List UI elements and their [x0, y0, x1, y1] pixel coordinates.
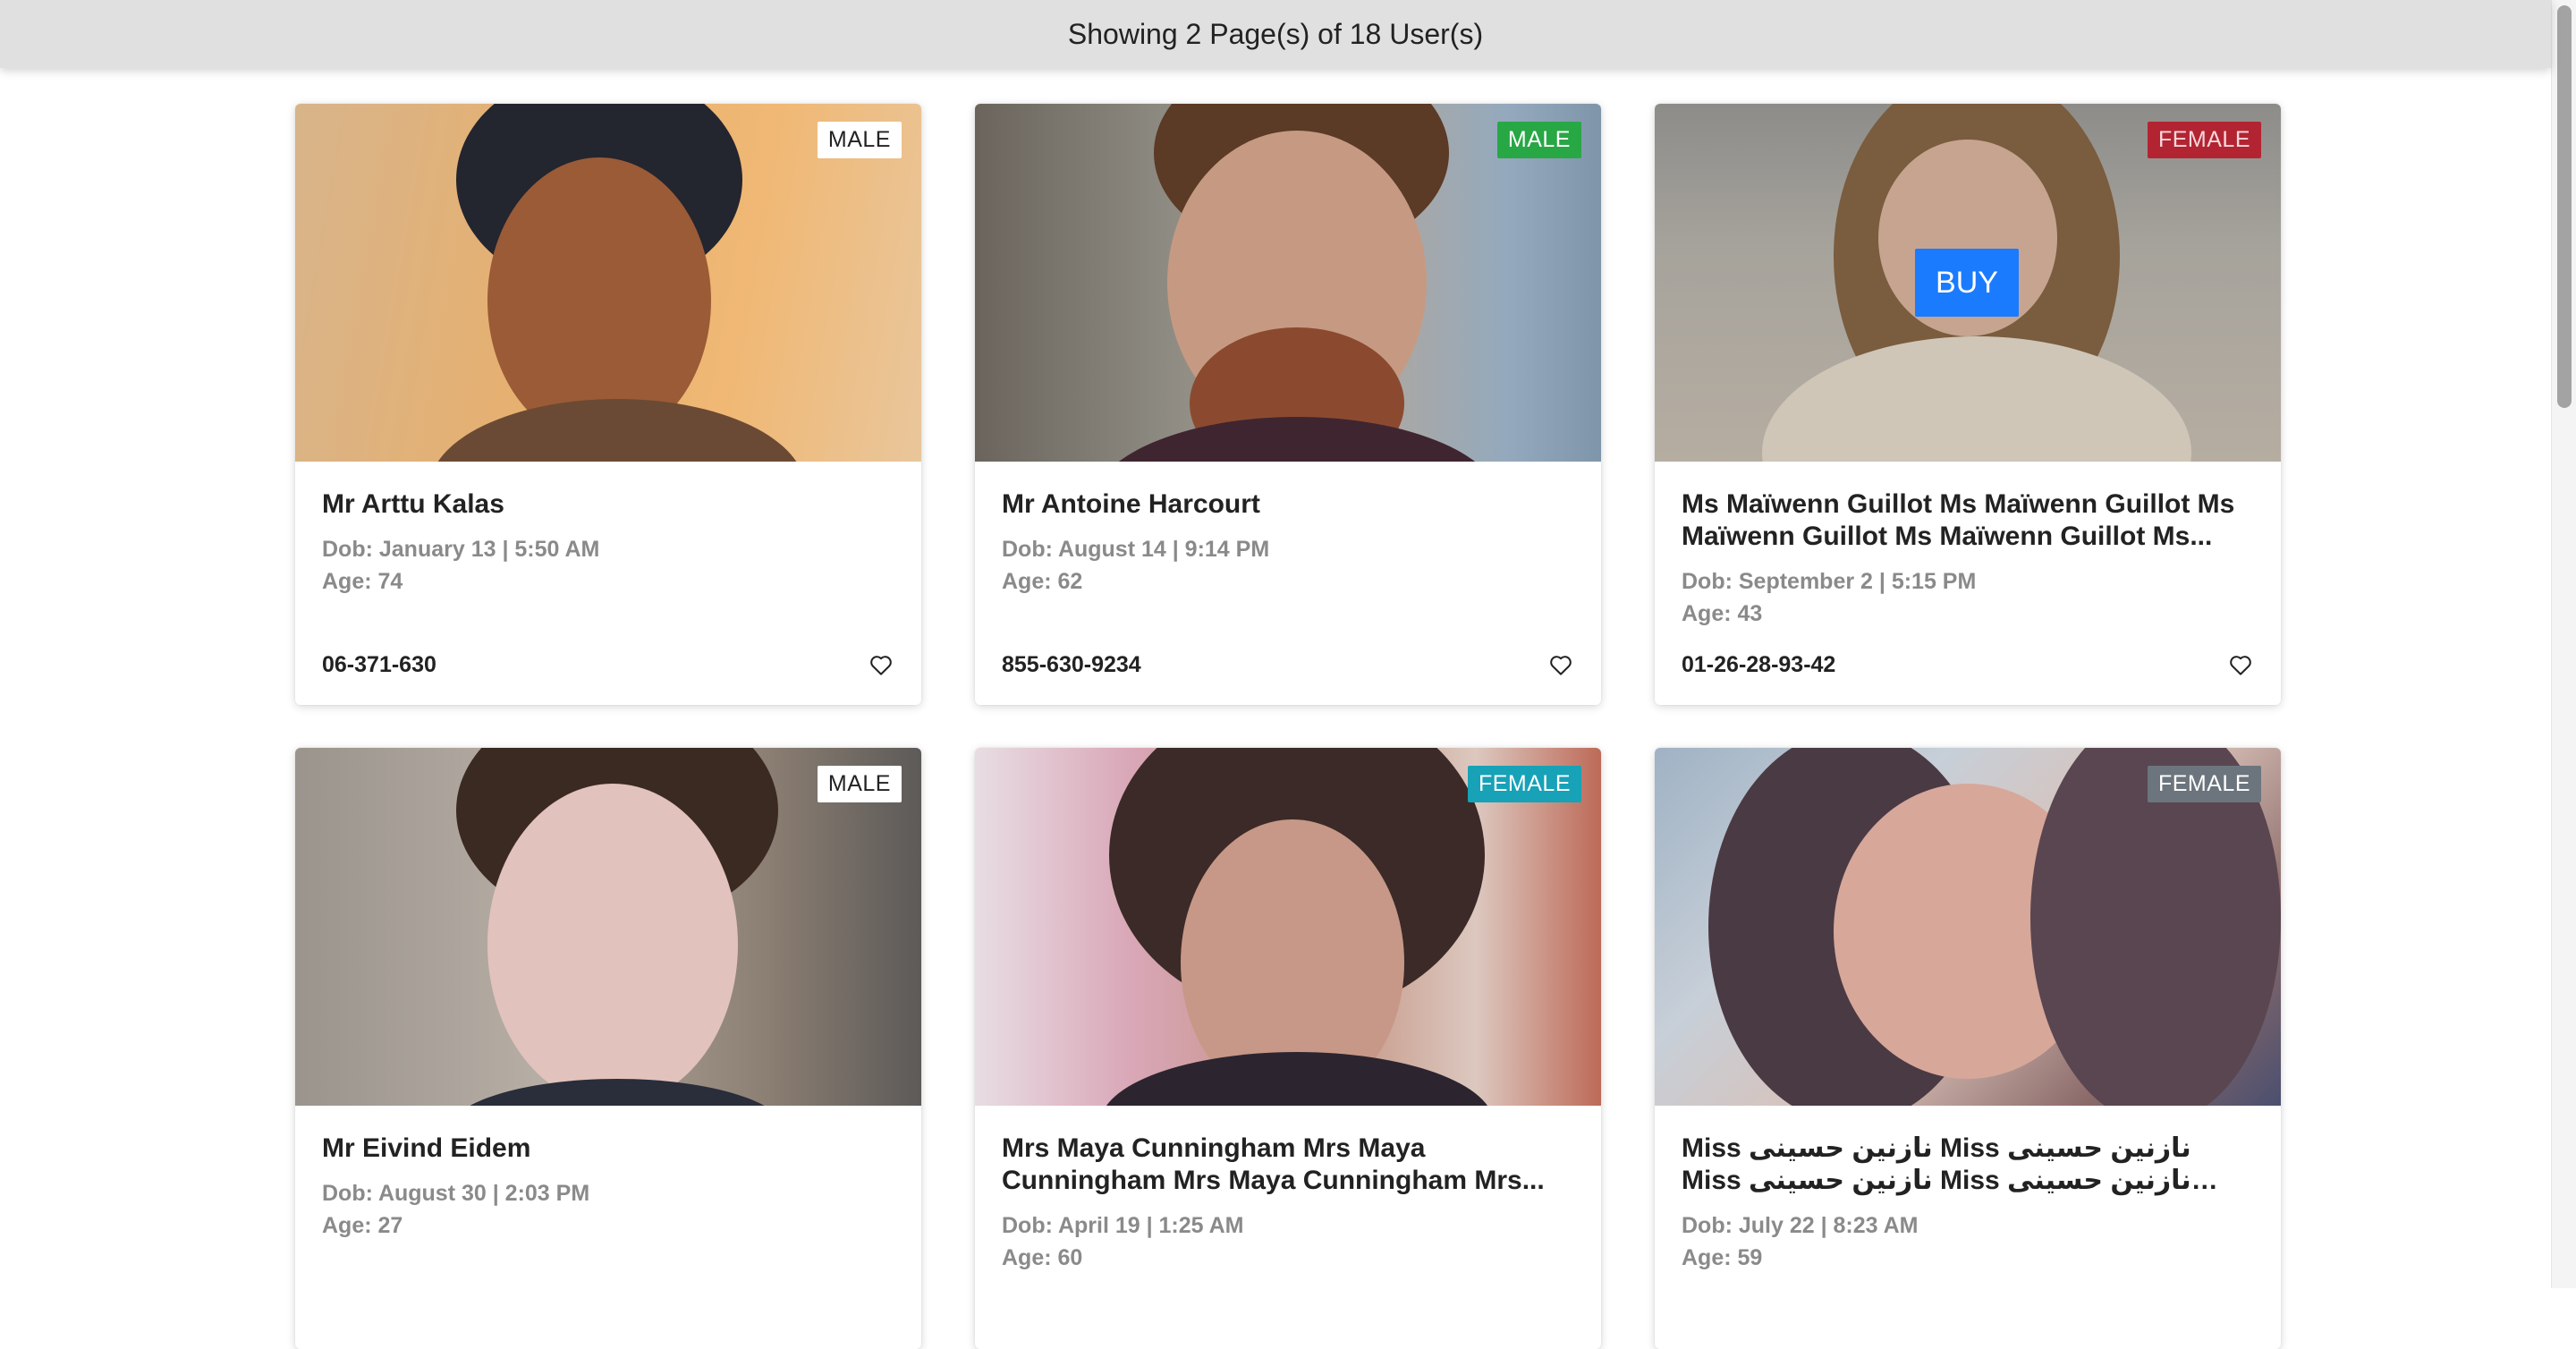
user-age: Age: 27 — [322, 1213, 403, 1238]
results-summary: Showing 2 Page(s) of 18 User(s) — [1067, 17, 1484, 50]
user-name: Mr Eivind Eidem — [322, 1133, 531, 1163]
gender-badge: MALE — [817, 122, 902, 158]
user-name: Mr Arttu Kalas — [322, 489, 504, 519]
user-dob: Dob: January 13 | 5:50 AM — [322, 537, 600, 562]
user-photo: MALE — [295, 104, 921, 462]
heart-outline-icon[interactable] — [2227, 651, 2254, 678]
user-photo: MALE — [975, 104, 1601, 462]
user-phone: 06-371-630 — [322, 651, 436, 677]
gender-badge: FEMALE — [1467, 766, 1581, 802]
scrollbar-thumb[interactable] — [2557, 5, 2572, 408]
user-age: Age: 62 — [1002, 569, 1083, 594]
user-photo: MALE — [295, 748, 921, 1106]
user-age: Age: 60 — [1002, 1245, 1083, 1270]
user-name: Ms Maïwenn Guillot Ms Maïwenn Guillot Ms… — [1682, 489, 2235, 551]
user-photo: FEMALE — [1655, 748, 2281, 1106]
gender-badge: MALE — [817, 766, 902, 802]
user-card: FEMALE Mrs Maya Cunningham Mrs Maya Cunn… — [975, 748, 1601, 1349]
user-name: Mr Antoine Harcourt — [1002, 489, 1260, 519]
buy-button[interactable]: BUY — [1915, 249, 2019, 317]
user-dob: Dob: August 30 | 2:03 PM — [322, 1181, 590, 1206]
user-name: Miss نازنین حسینی Miss نازنین حسینی Miss… — [1682, 1133, 2191, 1195]
user-dob: Dob: August 14 | 9:14 PM — [1002, 537, 1270, 562]
user-age: Age: 74 — [322, 569, 403, 594]
user-card: BUY FEMALE Ms Maïwenn Guillot Ms Maïwenn… — [1655, 104, 2281, 705]
user-dob: Dob: September 2 | 5:15 PM — [1682, 569, 1977, 594]
user-age: Age: 43 — [1682, 601, 1763, 626]
results-header: Showing 2 Page(s) of 18 User(s) — [0, 0, 2551, 68]
user-card-grid: MALE Mr Arttu Kalas Dob: January 13 | 5:… — [295, 104, 2281, 1349]
user-phone: 01-26-28-93-42 — [1682, 651, 1836, 677]
user-dob: Dob: July 22 | 8:23 AM — [1682, 1213, 1919, 1238]
user-name: Mrs Maya Cunningham Mrs Maya Cunningham … — [1002, 1133, 1545, 1195]
user-photo: BUY FEMALE — [1655, 104, 2281, 462]
user-dob: Dob: April 19 | 1:25 AM — [1002, 1213, 1244, 1238]
gender-badge: FEMALE — [2147, 766, 2261, 802]
gender-badge: FEMALE — [2147, 122, 2261, 158]
user-age: Age: 59 — [1682, 1245, 1763, 1270]
user-card: FEMALE Miss نازنین حسینی Miss نازنین حسی… — [1655, 748, 2281, 1349]
gender-badge: MALE — [1496, 122, 1581, 158]
user-card: MALE Mr Antoine Harcourt Dob: August 14 … — [975, 104, 1601, 705]
user-card: MALE Mr Arttu Kalas Dob: January 13 | 5:… — [295, 104, 921, 705]
user-phone: 855-630-9234 — [1002, 651, 1141, 677]
user-photo: FEMALE — [975, 748, 1601, 1106]
heart-outline-icon[interactable] — [1547, 651, 1574, 678]
heart-outline-icon[interactable] — [868, 651, 894, 678]
page-scrollbar[interactable] — [2551, 0, 2576, 1288]
user-card: MALE Mr Eivind Eidem Dob: August 30 | 2:… — [295, 748, 921, 1349]
